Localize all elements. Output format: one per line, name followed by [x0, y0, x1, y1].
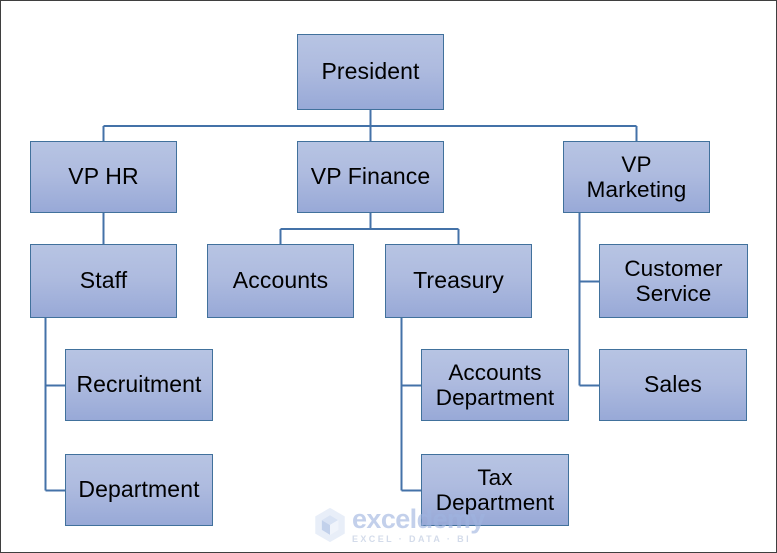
node-treasury[interactable]: Treasury: [385, 244, 532, 318]
node-recruitment[interactable]: Recruitment: [65, 349, 213, 421]
node-sales[interactable]: Sales: [599, 349, 747, 421]
org-chart-diagram: President VP HR VP Finance VP Marketing …: [1, 1, 776, 552]
node-staff[interactable]: Staff: [30, 244, 177, 318]
node-vp-finance[interactable]: VP Finance: [297, 141, 444, 213]
node-customer-service[interactable]: Customer Service: [599, 244, 748, 318]
node-vp-hr[interactable]: VP HR: [30, 141, 177, 213]
node-president[interactable]: President: [297, 34, 444, 110]
watermark-tagline: EXCEL · DATA · BI: [352, 534, 471, 544]
node-accounts-department[interactable]: Accounts Department: [421, 349, 569, 421]
org-chart-canvas: President VP HR VP Finance VP Marketing …: [0, 0, 777, 553]
node-tax-department[interactable]: Tax Department: [421, 454, 569, 526]
node-vp-marketing[interactable]: VP Marketing: [563, 141, 710, 213]
node-accounts[interactable]: Accounts: [207, 244, 354, 318]
node-department[interactable]: Department: [65, 454, 213, 526]
hexagon-cube-icon: [315, 507, 345, 543]
